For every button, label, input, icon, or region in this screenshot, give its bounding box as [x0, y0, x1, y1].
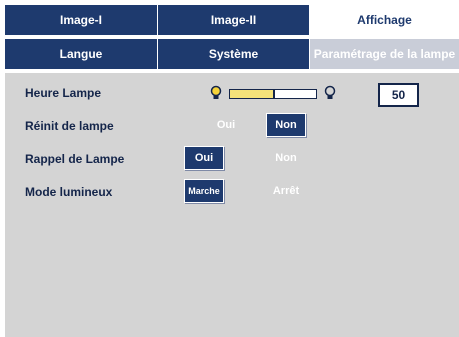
lamp-reset-non-option[interactable]: Non — [266, 113, 306, 137]
lamp-bulb-bright-icon — [324, 85, 336, 99]
tab-row-bottom: Langue Système Paramétrage de la lampe — [5, 39, 459, 69]
brightness-mode-arret-option[interactable]: Arrêt — [266, 179, 306, 203]
tab-systeme[interactable]: Système — [157, 39, 309, 69]
tab-langue[interactable]: Langue — [5, 39, 157, 69]
tab-affichage[interactable]: Affichage — [309, 5, 459, 35]
brightness-mode-marche-option[interactable]: Marche — [184, 179, 224, 203]
lamp-hours-bar — [229, 89, 317, 99]
lamp-hours-fill — [230, 90, 275, 98]
lamp-reset-label: Réinit de lampe — [25, 119, 114, 133]
lamp-hours-label: Heure Lampe — [25, 86, 102, 100]
brightness-mode-label: Mode lumineux — [25, 185, 113, 199]
lamp-reminder-label: Rappel de Lampe — [25, 152, 125, 166]
lamp-reset-oui-option[interactable]: Oui — [206, 113, 246, 137]
lamp-hours-value: 50 — [378, 83, 419, 107]
tab-parametrage-lampe[interactable]: Paramétrage de la lampe — [309, 39, 459, 69]
tab-image-i[interactable]: Image-I — [5, 5, 157, 35]
lamp-reminder-non-option[interactable]: Non — [266, 146, 306, 170]
tab-divider — [5, 69, 459, 73]
tab-row-top: Image-I Image-II Affichage — [5, 5, 459, 35]
tab-image-ii[interactable]: Image-II — [157, 5, 309, 35]
lamp-reminder-oui-option[interactable]: Oui — [184, 146, 224, 170]
projector-osd-menu: Image-I Image-II Affichage Langue Systèm… — [5, 5, 459, 337]
lamp-bulb-dim-icon — [210, 85, 222, 99]
